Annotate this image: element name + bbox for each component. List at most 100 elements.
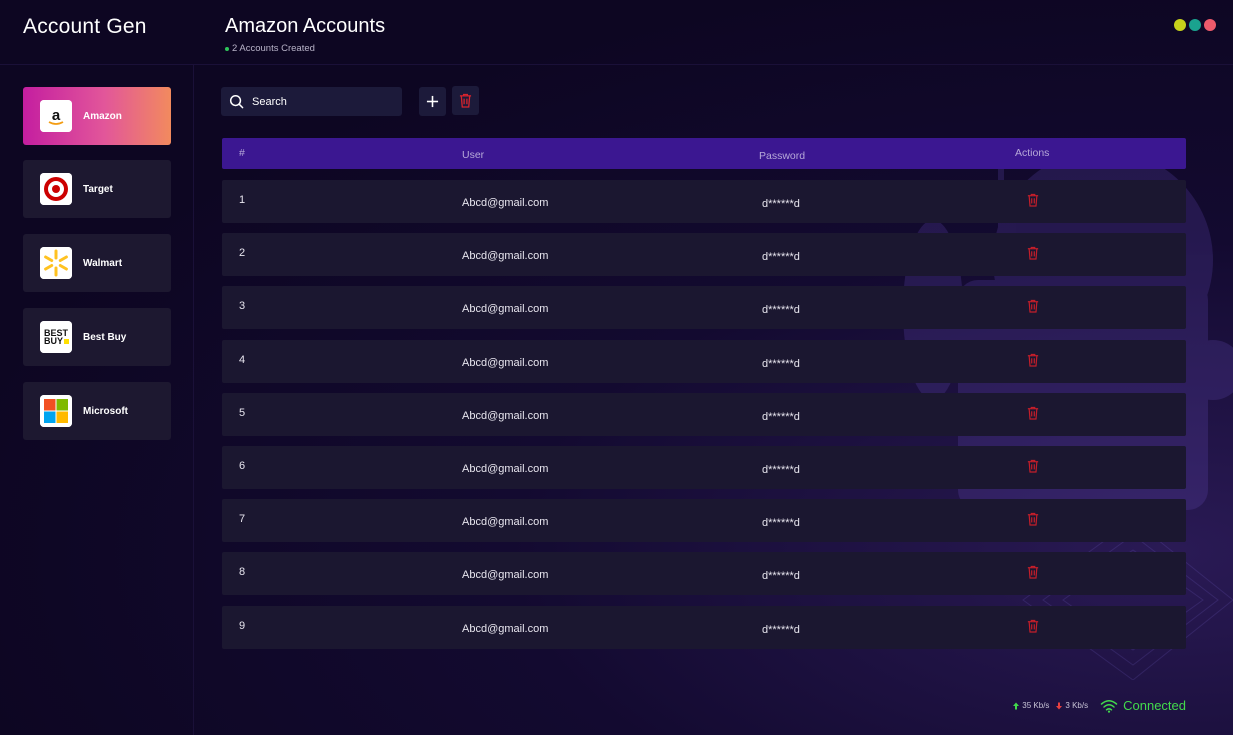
microsoft-logo-icon: [40, 395, 72, 427]
trash-icon: [1027, 459, 1039, 477]
sidebar-item-walmart[interactable]: Walmart: [23, 234, 171, 292]
table-row: 3 Abcd@gmail.com d******d: [222, 286, 1186, 330]
app-window: Account Gen a Amazon Target Walmart BEST…: [0, 0, 1233, 735]
row-user-email: Abcd@gmail.com: [462, 356, 549, 369]
delete-row-button[interactable]: [1027, 353, 1041, 369]
arrow-down-icon: [1056, 702, 1063, 709]
bestbuy-logo-icon: BEST BUY: [40, 321, 72, 353]
delete-row-button[interactable]: [1027, 459, 1041, 475]
amazon-logo-icon: a: [40, 100, 72, 132]
delete-row-button[interactable]: [1027, 193, 1041, 209]
table-row: 7 Abcd@gmail.com d******d: [222, 499, 1186, 543]
plus-icon: [426, 95, 439, 108]
row-user-email: Abcd@gmail.com: [462, 303, 549, 316]
delete-all-button[interactable]: [452, 86, 479, 115]
row-user-email: Abcd@gmail.com: [462, 516, 549, 529]
svg-text:BUY: BUY: [44, 336, 63, 346]
table-row: 2 Abcd@gmail.com d******d: [222, 233, 1186, 277]
row-password: d******d: [762, 517, 800, 530]
table-header: # User Password Actions: [222, 138, 1186, 169]
row-number: 4: [239, 353, 246, 366]
row-user-email: Abcd@gmail.com: [462, 569, 549, 582]
search-box: [221, 87, 402, 116]
download-speed-text: 3 Kb/s: [1065, 701, 1089, 710]
app-title: Account Gen: [23, 15, 147, 38]
sidebar-item-label: Microsoft: [83, 405, 128, 417]
delete-row-button[interactable]: [1027, 619, 1041, 635]
row-password: d******d: [762, 357, 800, 370]
page-title: Amazon Accounts: [225, 15, 386, 37]
row-password: d******d: [762, 198, 800, 210]
minimize-button[interactable]: [1174, 19, 1186, 31]
row-password: d******d: [762, 570, 800, 583]
sidebar-item-bestbuy[interactable]: BEST BUY Best Buy: [23, 308, 171, 366]
row-password: d******d: [762, 304, 800, 317]
sidebar-item-target[interactable]: Target: [23, 160, 171, 218]
arrow-up-icon: [1013, 702, 1020, 709]
connection-status: Connected: [1123, 698, 1186, 713]
row-user-email: Abcd@gmail.com: [462, 463, 549, 475]
accounts-count-text: 2 Accounts Created: [232, 43, 315, 54]
table-row: 5 Abcd@gmail.com d******d: [222, 392, 1186, 436]
status-dot-icon: [225, 46, 229, 51]
row-password: d******d: [762, 251, 800, 264]
row-number: 3: [239, 300, 246, 313]
trash-icon: [1027, 619, 1039, 637]
table-row: 1 Abcd@gmail.com d******d: [222, 180, 1186, 223]
trash-icon: [1027, 566, 1039, 583]
accounts-count: 2 Accounts Created: [225, 43, 315, 54]
close-button[interactable]: [1204, 19, 1216, 31]
column-header-user: User: [462, 149, 485, 161]
row-user-email: Abcd@gmail.com: [462, 197, 549, 209]
delete-row-button[interactable]: [1027, 512, 1041, 528]
target-logo-icon: [40, 173, 72, 205]
row-number: 5: [239, 406, 246, 419]
trash-icon: [459, 93, 472, 108]
sidebar-item-label: Walmart: [83, 257, 123, 269]
row-number: 8: [239, 566, 246, 579]
svg-text:a: a: [52, 107, 61, 124]
upload-speed-text: 35 Kb/s: [1022, 701, 1050, 710]
delete-row-button[interactable]: [1027, 246, 1041, 262]
row-number: 2: [239, 247, 246, 260]
trash-icon: [1027, 513, 1039, 530]
add-account-button[interactable]: [419, 87, 446, 116]
delete-row-button[interactable]: [1027, 406, 1041, 422]
row-user-email: Abcd@gmail.com: [462, 250, 549, 263]
window-controls: [1174, 19, 1216, 31]
wifi-icon: [1100, 699, 1118, 713]
table-row: 4 Abcd@gmail.com d******d: [222, 339, 1186, 383]
table-row: 8 Abcd@gmail.com d******d: [222, 552, 1186, 596]
sidebar-item-microsoft[interactable]: Microsoft: [23, 382, 171, 440]
row-number: 6: [239, 460, 246, 472]
walmart-logo-icon: [40, 247, 72, 279]
row-number: 1: [239, 194, 246, 206]
column-header-password: Password: [759, 150, 806, 162]
delete-row-button[interactable]: [1027, 299, 1041, 315]
row-password: d******d: [762, 623, 800, 636]
search-input[interactable]: [252, 95, 392, 108]
column-header-actions: Actions: [1015, 147, 1050, 159]
sidebar-item-label: Target: [83, 183, 113, 195]
delete-row-button[interactable]: [1027, 565, 1041, 581]
sidebar-item-amazon[interactable]: a Amazon: [23, 87, 171, 145]
trash-icon: [1027, 406, 1039, 424]
trash-icon: [1027, 193, 1039, 211]
row-password: d******d: [762, 464, 800, 476]
upload-speed: 35 Kb/s: [1012, 701, 1049, 710]
sidebar-item-label: Best Buy: [83, 331, 127, 343]
row-user-email: Abcd@gmail.com: [462, 409, 549, 422]
table-row: 9 Abcd@gmail.com d******d: [222, 605, 1186, 649]
row-number: 9: [239, 619, 246, 632]
column-header-number: #: [239, 147, 245, 159]
row-password: d******d: [762, 410, 800, 423]
download-speed: 3 Kb/s: [1055, 701, 1088, 710]
sidebar-item-label: Amazon: [83, 110, 122, 122]
maximize-button[interactable]: [1189, 19, 1201, 31]
table-row: 6 Abcd@gmail.com d******d: [222, 446, 1186, 489]
row-user-email: Abcd@gmail.com: [462, 622, 549, 635]
trash-icon: [1027, 247, 1039, 264]
trash-icon: [1027, 353, 1039, 371]
status-bar: 35 Kb/s 3 Kb/s Connected: [1012, 698, 1186, 713]
row-number: 7: [239, 513, 246, 526]
